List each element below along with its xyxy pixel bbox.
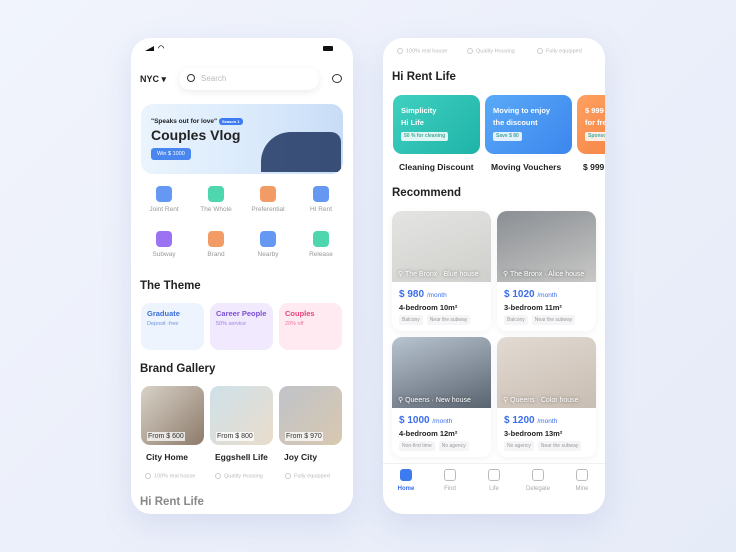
battery-icon (323, 46, 333, 51)
theme-card[interactable]: Graduate Deposit -free (141, 303, 204, 350)
life-card[interactable]: Simplicity Hi Life 50 % for cleaning (393, 95, 480, 154)
tab-find[interactable]: Find (430, 469, 470, 492)
life-title: Hi Rent Life (392, 71, 456, 83)
gallery-title: Brand Gallery (140, 363, 216, 375)
check-icon (537, 48, 543, 54)
life-card[interactable]: $ 999for freeSponsor (577, 95, 605, 154)
recommend-title: Recommend (392, 187, 462, 199)
listing-card[interactable]: ⚲ Queens · New house $ 1000 /month 4-bedro… (392, 337, 491, 457)
wifi-icon: ◠ (158, 45, 165, 52)
message-icon[interactable] (332, 74, 342, 83)
tab-mine[interactable]: Mine (562, 469, 602, 492)
listing-card[interactable]: ⚲ The Bronx · Alice house $ 1020 /month 3-… (497, 211, 596, 331)
find-icon (444, 469, 456, 481)
category-icon (208, 231, 224, 247)
brand-name: City Home (146, 452, 189, 462)
status-bar: ◠ (145, 44, 339, 54)
tab-delegate[interactable]: Delegate (518, 469, 558, 492)
check-icon (285, 473, 291, 479)
category-preferential[interactable]: Preferential (243, 186, 293, 213)
brand-name: Eggshell Life (215, 452, 268, 462)
category-icon (208, 186, 224, 202)
life-card[interactable]: Moving to enjoy the discount Save $ 80 (485, 95, 572, 154)
location-pin-icon: ⚲ (398, 397, 404, 404)
hi-rent-life-title: Hi Rent Life (140, 496, 204, 508)
check-icon (215, 473, 221, 479)
listing-photo: ⚲ The Bronx · Blue house (392, 211, 491, 282)
delegate-icon (532, 469, 544, 481)
category-nearby[interactable]: Nearby (243, 231, 293, 258)
brand-card[interactable]: From $ 600 (141, 386, 204, 445)
category-hi-rent[interactable]: HI Rent (296, 186, 346, 213)
tab-home[interactable]: Home (386, 469, 426, 492)
listing-photo: ⚲ The Bronx · Alice house (497, 211, 596, 282)
location-pin-icon: ⚲ (503, 271, 509, 278)
brand-card[interactable]: From $ 970 (279, 386, 342, 445)
category-joint-rent[interactable]: Joint Rent (139, 186, 189, 213)
phone-home-screen: ◠ NYC ▾ Search "Speaks out for love" Sea… (131, 38, 353, 514)
tab-bar: Home Find Life Delegate Mine (383, 463, 605, 503)
category-subway[interactable]: Subway (139, 231, 189, 258)
phone-life-screen: 100% real house Quality Housing Fully equi… (383, 38, 605, 514)
category-icon (260, 186, 276, 202)
category-icon (260, 231, 276, 247)
feature-item: Quality Housing (215, 473, 263, 479)
theme-card[interactable]: Career People 50% service (210, 303, 273, 350)
feature-item: Quality Housing (467, 48, 515, 54)
category-icon (156, 231, 172, 247)
listing-card[interactable]: ⚲ The Bronx · Blue house $ 980 /month 4-be… (392, 211, 491, 331)
check-icon (467, 48, 473, 54)
feature-item: Fully equipped (285, 473, 330, 479)
life-card-label: $ 999 (583, 162, 605, 172)
city-selector[interactable]: NYC ▾ (140, 74, 166, 85)
brand-name: Joy City (284, 452, 318, 462)
feature-item: Fully equipped (537, 48, 582, 54)
couples-vlog-banner[interactable]: "Speaks out for love" Season 1 Couples V… (141, 104, 343, 174)
category-icon (313, 231, 329, 247)
life-card-label: Moving Vouchers (491, 162, 562, 172)
category-icon (156, 186, 172, 202)
search-input[interactable]: Search (179, 68, 319, 90)
theme-title: The Theme (140, 280, 201, 292)
listing-card[interactable]: ⚲ Queens · Color house $ 1200 /month 3-bed… (497, 337, 596, 457)
signal-icon (145, 46, 154, 51)
couple-illustration (261, 132, 341, 172)
category-icon (313, 186, 329, 202)
listing-photo: ⚲ Queens · New house (392, 337, 491, 408)
location-pin-icon: ⚲ (503, 397, 509, 404)
season-badge: Season 1 (218, 118, 243, 125)
listing-photo: ⚲ Queens · Color house (497, 337, 596, 408)
life-icon (488, 469, 500, 481)
banner-title: Couples Vlog (151, 127, 241, 143)
brand-card[interactable]: From $ 800 (210, 386, 273, 445)
theme-card[interactable]: Couples 20% off (279, 303, 342, 350)
home-icon (400, 469, 412, 481)
life-card-label: Cleaning Discount (399, 162, 474, 172)
check-icon (145, 473, 151, 479)
feature-item: 100% real house (145, 473, 195, 479)
category-brand[interactable]: Brand (191, 231, 241, 258)
win-button[interactable]: Win $ 1000 (151, 148, 191, 160)
tab-life[interactable]: Life (474, 469, 514, 492)
location-pin-icon: ⚲ (398, 271, 404, 278)
check-icon (397, 48, 403, 54)
category-release[interactable]: Release (296, 231, 346, 258)
mine-icon (576, 469, 588, 481)
search-icon (187, 74, 195, 82)
category-the-whole[interactable]: The Whole (191, 186, 241, 213)
feature-item: 100% real house (397, 48, 447, 54)
